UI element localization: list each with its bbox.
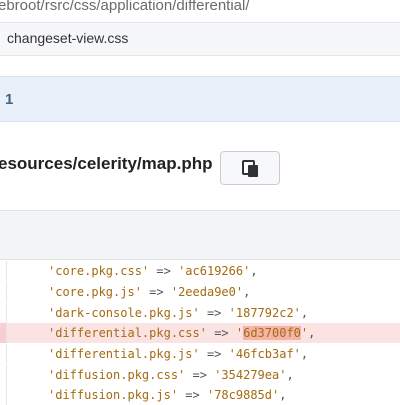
code-tail: , — [300, 347, 309, 361]
code-text: 'core.pkg.js' => '2eeda9e0', — [48, 285, 250, 299]
code-arrow: => — [206, 306, 222, 320]
code-value: '187792c2' — [228, 306, 301, 320]
code-arrow: => — [206, 347, 222, 361]
code-arrow: => — [192, 368, 207, 382]
code-line: 'diffusion.pkg.js' => '78c9885d', — [0, 385, 400, 405]
code-text: 'dark-console.pkg.js' => '187792c2', — [48, 306, 308, 320]
line-gutter — [0, 385, 7, 405]
code-tail: , — [300, 306, 309, 320]
code-value: 'ac619266' — [178, 264, 251, 278]
code-value: '46fcb3af' — [228, 347, 301, 361]
clipboard-icon — [242, 160, 258, 177]
code-line-removed: 'differential.pkg.css' => '6d3700f0', — [0, 323, 400, 343]
code-text: 'differential.pkg.js' => '46fcb3af', — [48, 347, 308, 361]
code-text: 'diffusion.pkg.css' => '354279ea', — [48, 368, 294, 382]
code-key: 'diffusion.pkg.css' — [48, 368, 186, 382]
code-key: 'differential.pkg.js' — [48, 347, 200, 361]
code-key: 'core.pkg.js' — [48, 285, 142, 299]
code-text: 'differential.pkg.css' => '6d3700f0', — [48, 326, 315, 340]
diff-number: 1 — [5, 91, 14, 108]
file-tab-row: changeset-view.css — [0, 22, 400, 56]
changeset-header: esources/celerity/map.php — [0, 122, 400, 210]
context-band — [0, 210, 400, 260]
line-gutter — [0, 344, 7, 364]
code-line: 'core.pkg.css' => 'ac619266', — [0, 261, 400, 281]
line-gutter — [0, 303, 7, 323]
code-arrow: => — [156, 264, 171, 278]
line-gutter — [0, 261, 7, 281]
code-arrow: => — [214, 326, 229, 340]
diff-number-band: 1 — [0, 76, 400, 122]
code-line: 'core.pkg.js' => '2eeda9e0', — [0, 282, 400, 302]
breadcrumb-row: ebroot/rsrc/css/application/differential… — [0, 0, 400, 22]
code-tail: , — [250, 264, 258, 278]
changeset-file-path: esources/celerity/map.php — [0, 154, 213, 173]
code-value: '2eeda9e0' — [170, 285, 244, 299]
code-tail: , — [286, 368, 294, 382]
code-tail: , — [308, 326, 316, 340]
code-value: '354279ea' — [214, 368, 287, 382]
line-gutter — [0, 323, 7, 343]
diff-code-area: 'core.pkg.css' => 'ac619266', 'core.pkg.… — [0, 260, 400, 405]
code-text: 'core.pkg.css' => 'ac619266', — [48, 264, 258, 278]
line-gutter — [0, 365, 7, 385]
code-line: 'differential.pkg.js' => '46fcb3af', — [0, 344, 400, 364]
code-key: 'dark-console.pkg.js' — [48, 306, 200, 320]
code-line: 'diffusion.pkg.css' => '354279ea', — [0, 365, 400, 385]
code-value-highlight: 6d3700f0 — [243, 326, 301, 340]
code-line: 'dark-console.pkg.js' => '187792c2', — [0, 303, 400, 323]
file-name-link[interactable]: changeset-view.css — [7, 30, 128, 46]
code-key: 'differential.pkg.css' — [48, 326, 207, 340]
spacer — [0, 56, 400, 76]
code-tail: , — [243, 285, 251, 299]
breadcrumb-path[interactable]: ebroot/rsrc/css/application/differential… — [0, 0, 250, 14]
line-gutter — [0, 282, 7, 302]
copy-path-button[interactable] — [220, 151, 280, 185]
code-key: 'core.pkg.css' — [48, 264, 150, 278]
code-arrow: => — [149, 285, 164, 299]
